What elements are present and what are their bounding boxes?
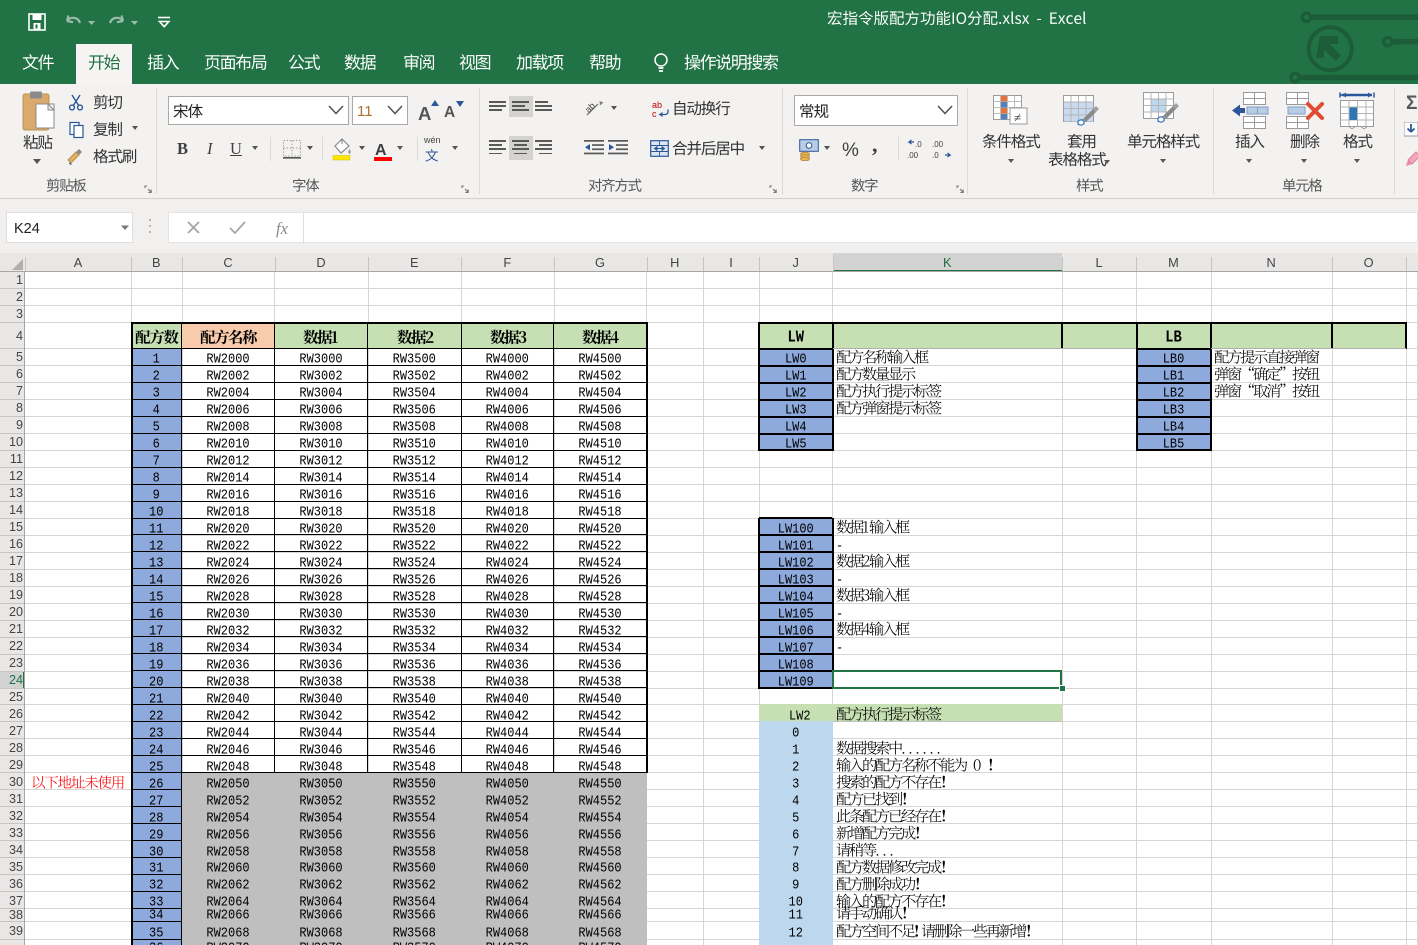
svg-text:.0: .0 (915, 140, 922, 149)
svg-text:≠: ≠ (1014, 110, 1021, 125)
svg-text:.0: .0 (932, 151, 939, 160)
svg-text:.00: .00 (907, 151, 919, 160)
svg-text:ab: ab (584, 101, 597, 115)
svg-text:.00: .00 (932, 140, 944, 149)
svg-text:c: c (652, 109, 657, 119)
